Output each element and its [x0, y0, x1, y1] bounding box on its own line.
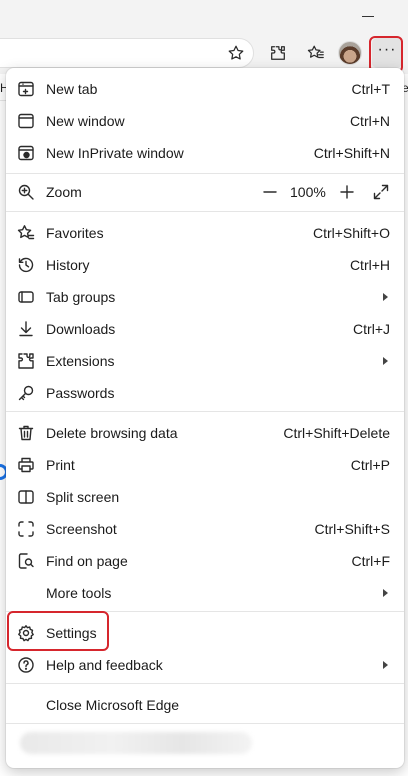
menu-label: Settings — [46, 625, 97, 641]
settings-and-more-menu: New tab Ctrl+T New window Ctrl+N New InP… — [6, 68, 404, 768]
fullscreen-expand-icon[interactable] — [372, 183, 390, 201]
blurred-profile-footer — [20, 732, 252, 754]
menu-label: Print — [46, 457, 75, 473]
menu-item-delete-browsing-data[interactable]: Delete browsing data Ctrl+Shift+Delete — [6, 417, 404, 449]
menu-label: Close Microsoft Edge — [46, 697, 180, 713]
menu-separator — [6, 723, 404, 724]
menu-item-help-and-feedback[interactable]: Help and feedback — [6, 649, 404, 681]
chevron-right-icon — [383, 589, 388, 597]
menu-label: Passwords — [46, 385, 115, 401]
menu-item-downloads[interactable]: Downloads Ctrl+J — [6, 313, 404, 345]
menu-shortcut: Ctrl+Shift+O — [312, 225, 390, 241]
zoom-out-button[interactable] — [261, 183, 279, 201]
window-icon — [17, 112, 35, 130]
menu-separator — [6, 411, 404, 412]
menu-shortcut: Ctrl+Shift+N — [313, 145, 390, 161]
menu-label: Screenshot — [46, 521, 117, 537]
menu-label: Favorites — [46, 225, 104, 241]
zoom-level: 100% — [290, 184, 326, 200]
menu-item-more-tools[interactable]: More tools — [6, 577, 404, 609]
trash-icon — [17, 424, 35, 442]
favorites-toolbar-icon[interactable] — [304, 41, 328, 65]
address-bar[interactable] — [0, 38, 254, 68]
menu-item-favorites[interactable]: Favorites Ctrl+Shift+O — [6, 217, 404, 249]
menu-label: New tab — [46, 81, 98, 97]
print-icon — [17, 456, 35, 474]
menu-shortcut: Ctrl+N — [349, 113, 390, 129]
menu-label: Find on page — [46, 553, 128, 569]
find-icon — [17, 552, 35, 570]
extensions-toolbar-icon[interactable] — [266, 41, 290, 65]
menu-label: Zoom — [46, 184, 82, 200]
menu-label: Extensions — [46, 353, 115, 369]
menu-item-zoom: Zoom 100% — [6, 176, 404, 208]
split-screen-icon — [17, 488, 35, 506]
menu-item-passwords[interactable]: Passwords — [6, 377, 404, 409]
add-favorite-star-icon[interactable] — [224, 41, 248, 65]
menu-shortcut: Ctrl+Shift+Delete — [283, 425, 390, 441]
extensions-icon — [17, 352, 35, 370]
screenshot-icon — [17, 520, 35, 538]
favorites-icon — [17, 224, 35, 242]
more-dots-icon: ··· — [377, 41, 397, 58]
zoom-icon — [17, 183, 35, 201]
menu-separator — [6, 683, 404, 684]
chevron-right-icon — [383, 661, 388, 669]
settings-and-more-button[interactable]: ··· — [372, 38, 402, 68]
menu-label: More tools — [46, 585, 112, 601]
menu-label: Tab groups — [46, 289, 116, 305]
menu-label: Downloads — [46, 321, 116, 337]
menu-item-print[interactable]: Print Ctrl+P — [6, 449, 404, 481]
menu-shortcut: Ctrl+P — [350, 457, 390, 473]
menu-shortcut: Ctrl+H — [349, 257, 390, 273]
menu-item-screenshot[interactable]: Screenshot Ctrl+Shift+S — [6, 513, 404, 545]
menu-item-history[interactable]: History Ctrl+H — [6, 249, 404, 281]
menu-shortcut: Ctrl+T — [351, 81, 391, 97]
menu-item-find-on-page[interactable]: Find on page Ctrl+F — [6, 545, 404, 577]
minimize-button[interactable] — [362, 16, 374, 17]
menu-label: Split screen — [46, 489, 120, 505]
menu-item-new-tab[interactable]: New tab Ctrl+T — [6, 73, 404, 105]
new-tab-icon — [17, 80, 35, 98]
gear-icon — [17, 624, 35, 642]
menu-item-settings[interactable]: Settings — [6, 617, 404, 649]
menu-separator — [6, 173, 404, 174]
key-icon — [17, 384, 35, 402]
tab-groups-icon — [17, 288, 35, 306]
profile-avatar[interactable] — [338, 41, 362, 65]
menu-shortcut: Ctrl+Shift+S — [314, 521, 390, 537]
menu-label: Help and feedback — [46, 657, 163, 673]
menu-item-new-inprivate-window[interactable]: New InPrivate window Ctrl+Shift+N — [6, 137, 404, 169]
menu-separator — [6, 211, 404, 212]
chevron-right-icon — [383, 357, 388, 365]
help-icon — [17, 656, 35, 674]
menu-separator — [6, 611, 404, 612]
menu-label: Delete browsing data — [46, 425, 178, 441]
chevron-right-icon — [383, 293, 388, 301]
menu-item-new-window[interactable]: New window Ctrl+N — [6, 105, 404, 137]
menu-item-close-microsoft-edge[interactable]: Close Microsoft Edge — [6, 689, 404, 721]
title-bar — [0, 0, 408, 34]
menu-label: History — [46, 257, 90, 273]
menu-shortcut: Ctrl+J — [353, 321, 390, 337]
zoom-in-button[interactable] — [338, 183, 356, 201]
inprivate-icon — [17, 144, 35, 162]
menu-item-tab-groups[interactable]: Tab groups — [6, 281, 404, 313]
menu-item-extensions[interactable]: Extensions — [6, 345, 404, 377]
menu-shortcut: Ctrl+F — [351, 553, 391, 569]
menu-label: New window — [46, 113, 125, 129]
menu-label: New InPrivate window — [46, 145, 184, 161]
menu-item-split-screen[interactable]: Split screen — [6, 481, 404, 513]
download-icon — [17, 320, 35, 338]
history-icon — [17, 256, 35, 274]
